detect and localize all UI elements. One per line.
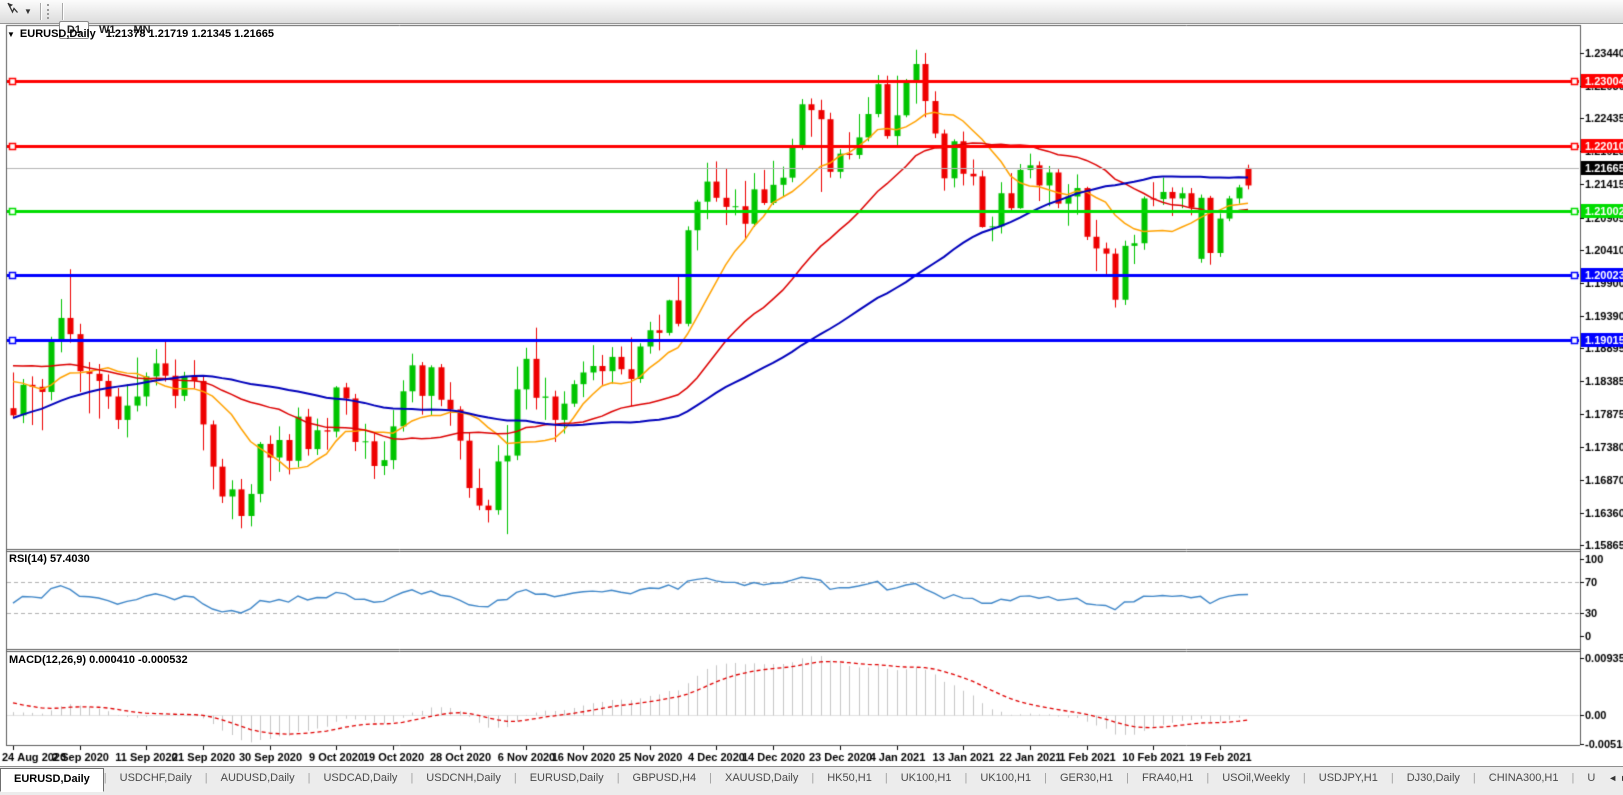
line-studies-button[interactable]: ▼ xyxy=(0,2,36,21)
chart-tab-xauusd-daily[interactable]: XAUUSD,Daily xyxy=(712,768,811,790)
chart-tab-hk50-h1[interactable]: HK50,H1 xyxy=(814,768,885,790)
tab-scroll-arrows: ◄► xyxy=(1608,767,1623,783)
chart-tab-usdcnh-daily[interactable]: USDCNH,Daily xyxy=(413,768,514,790)
chart-title: ▼ EURUSD,Daily 1.21378 1.21719 1.21345 1… xyxy=(7,28,274,40)
chart-tab-ger30-h1[interactable]: GER30,H1 xyxy=(1047,768,1126,790)
chevron-down-icon: ▼ xyxy=(24,7,32,16)
chart-tab-usdchf-daily[interactable]: USDCHF,Daily xyxy=(107,768,205,790)
timeframe-button-m30[interactable]: M30 xyxy=(165,0,202,4)
chart-tab-eurusd-daily[interactable]: EURUSD,Daily xyxy=(0,768,104,792)
chart-tab-fra40-h1[interactable]: FRA40,H1 xyxy=(1129,768,1206,790)
price-chart-canvas[interactable] xyxy=(0,0,1623,795)
timeframe-button-h4[interactable]: H4 xyxy=(236,0,266,4)
chart-tab-usoil-weekly[interactable]: USOil,Weekly xyxy=(1209,768,1303,790)
cursor-icon xyxy=(6,2,21,21)
toolbar-separator xyxy=(62,3,63,20)
macd-indicator-label: MACD(12,26,9) 0.000410 -0.000532 xyxy=(9,654,188,666)
mt4-window: ▼ M1M5M15M30H1H4D1W1MN ▼ EURUSD,Daily 1.… xyxy=(0,0,1623,795)
chart-tab-uk100-h1[interactable]: UK100,H1 xyxy=(967,768,1044,790)
chart-tab-u[interactable]: U xyxy=(1574,768,1608,790)
timeframe-button-h1[interactable]: H1 xyxy=(204,0,234,4)
toolbar-grip[interactable] xyxy=(47,4,53,19)
chart-tab-gbpusd-h4[interactable]: GBPUSD,H4 xyxy=(620,768,710,790)
chart-tab-dj30-daily[interactable]: DJ30,Daily xyxy=(1394,768,1473,790)
chart-ohlc-values: 1.21378 1.21719 1.21345 1.21665 xyxy=(106,28,274,40)
chart-tab-usdjpy-h1[interactable]: USDJPY,H1 xyxy=(1306,768,1391,790)
chart-symbol-period: EURUSD,Daily xyxy=(20,28,96,40)
rsi-indicator-label: RSI(14) 57.4030 xyxy=(9,553,90,565)
chart-tab-bar: EURUSD,Daily|USDCHF,Daily|AUDUSD,Daily|U… xyxy=(0,766,1623,795)
timeframe-button-m15[interactable]: M15 xyxy=(125,0,162,4)
toolbar-separator xyxy=(40,3,41,20)
chart-tab-eurusd-daily[interactable]: EURUSD,Daily xyxy=(517,768,617,790)
timeframe-button-m1[interactable]: M1 xyxy=(59,0,90,4)
tab-scroll-left-icon[interactable]: ◄ xyxy=(1608,773,1620,783)
chart-tab-audusd-daily[interactable]: AUDUSD,Daily xyxy=(208,768,308,790)
chart-tab-usdcad-daily[interactable]: USDCAD,Daily xyxy=(310,768,410,790)
toolbar: ▼ M1M5M15M30H1H4D1W1MN xyxy=(0,0,1623,24)
chart-tab-china300-h1[interactable]: CHINA300,H1 xyxy=(1476,768,1572,790)
timeframe-button-m5[interactable]: M5 xyxy=(92,0,123,4)
chart-tab-uk100-h1[interactable]: UK100,H1 xyxy=(888,768,965,790)
collapse-triangle-icon[interactable]: ▼ xyxy=(7,30,15,39)
